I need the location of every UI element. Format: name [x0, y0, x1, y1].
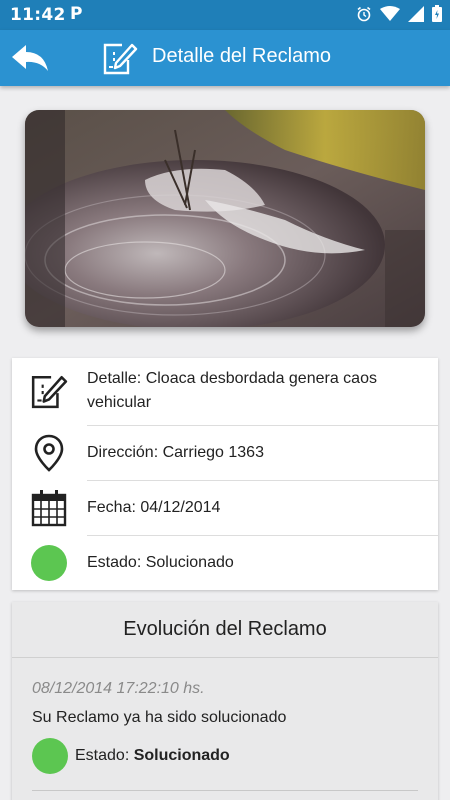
location-pin-icon: [30, 434, 68, 472]
app-bar: Detalle del Reclamo: [0, 30, 450, 86]
page-title: Detalle del Reclamo: [152, 45, 331, 67]
alarm-icon: [357, 6, 371, 21]
detail-text: Detalle: Cloaca desbordada genera caos v…: [87, 370, 377, 411]
date-row: Fecha: 04/12/2014: [12, 481, 438, 535]
claim-evolution-card: Evolución del Reclamo 08/12/2014 17:22:1…: [12, 602, 438, 800]
divider: [32, 790, 418, 791]
back-button[interactable]: [8, 38, 52, 78]
evolution-message: Su Reclamo ya ha sido solucionado: [32, 709, 287, 726]
divider: [12, 657, 438, 658]
status-bar: 11:42 P: [0, 0, 450, 30]
date-text: Fecha: 04/12/2014: [87, 499, 221, 516]
evolution-title: Evolución del Reclamo: [123, 618, 327, 640]
battery-icon: [432, 5, 442, 22]
status-dot-icon: [30, 544, 68, 582]
detail-row: Detalle: Cloaca desbordada genera caos v…: [12, 358, 438, 425]
status-text: Estado: Solucionado: [87, 554, 234, 571]
notification-p-icon: P: [70, 4, 83, 24]
calendar-icon: [30, 489, 68, 527]
edit-document-icon: [30, 372, 68, 410]
back-arrow-icon: [12, 45, 48, 71]
status-row: Estado: Solucionado: [12, 536, 438, 590]
status-icons: [356, 5, 442, 22]
evolution-status-label: Estado:: [75, 747, 134, 764]
evolution-status-text: Estado: Solucionado: [75, 747, 230, 765]
edit-document-icon: [103, 43, 138, 75]
claim-info-card: Detalle: Cloaca desbordada genera caos v…: [12, 358, 438, 590]
claim-photo-image: [25, 110, 425, 327]
status-dot-icon: [32, 738, 68, 774]
evolution-status: Estado: Solucionado: [32, 738, 230, 774]
status-time: 11:42: [10, 5, 66, 25]
evolution-datetime: 08/12/2014 17:22:10 hs.: [32, 680, 205, 697]
address-row: Dirección: Carriego 1363: [12, 426, 438, 480]
signal-icon: [408, 5, 424, 22]
evolution-status-value: Solucionado: [133, 747, 230, 764]
claim-photo[interactable]: [25, 110, 425, 327]
address-text: Dirección: Carriego 1363: [87, 444, 264, 461]
wifi-icon: [380, 5, 400, 21]
